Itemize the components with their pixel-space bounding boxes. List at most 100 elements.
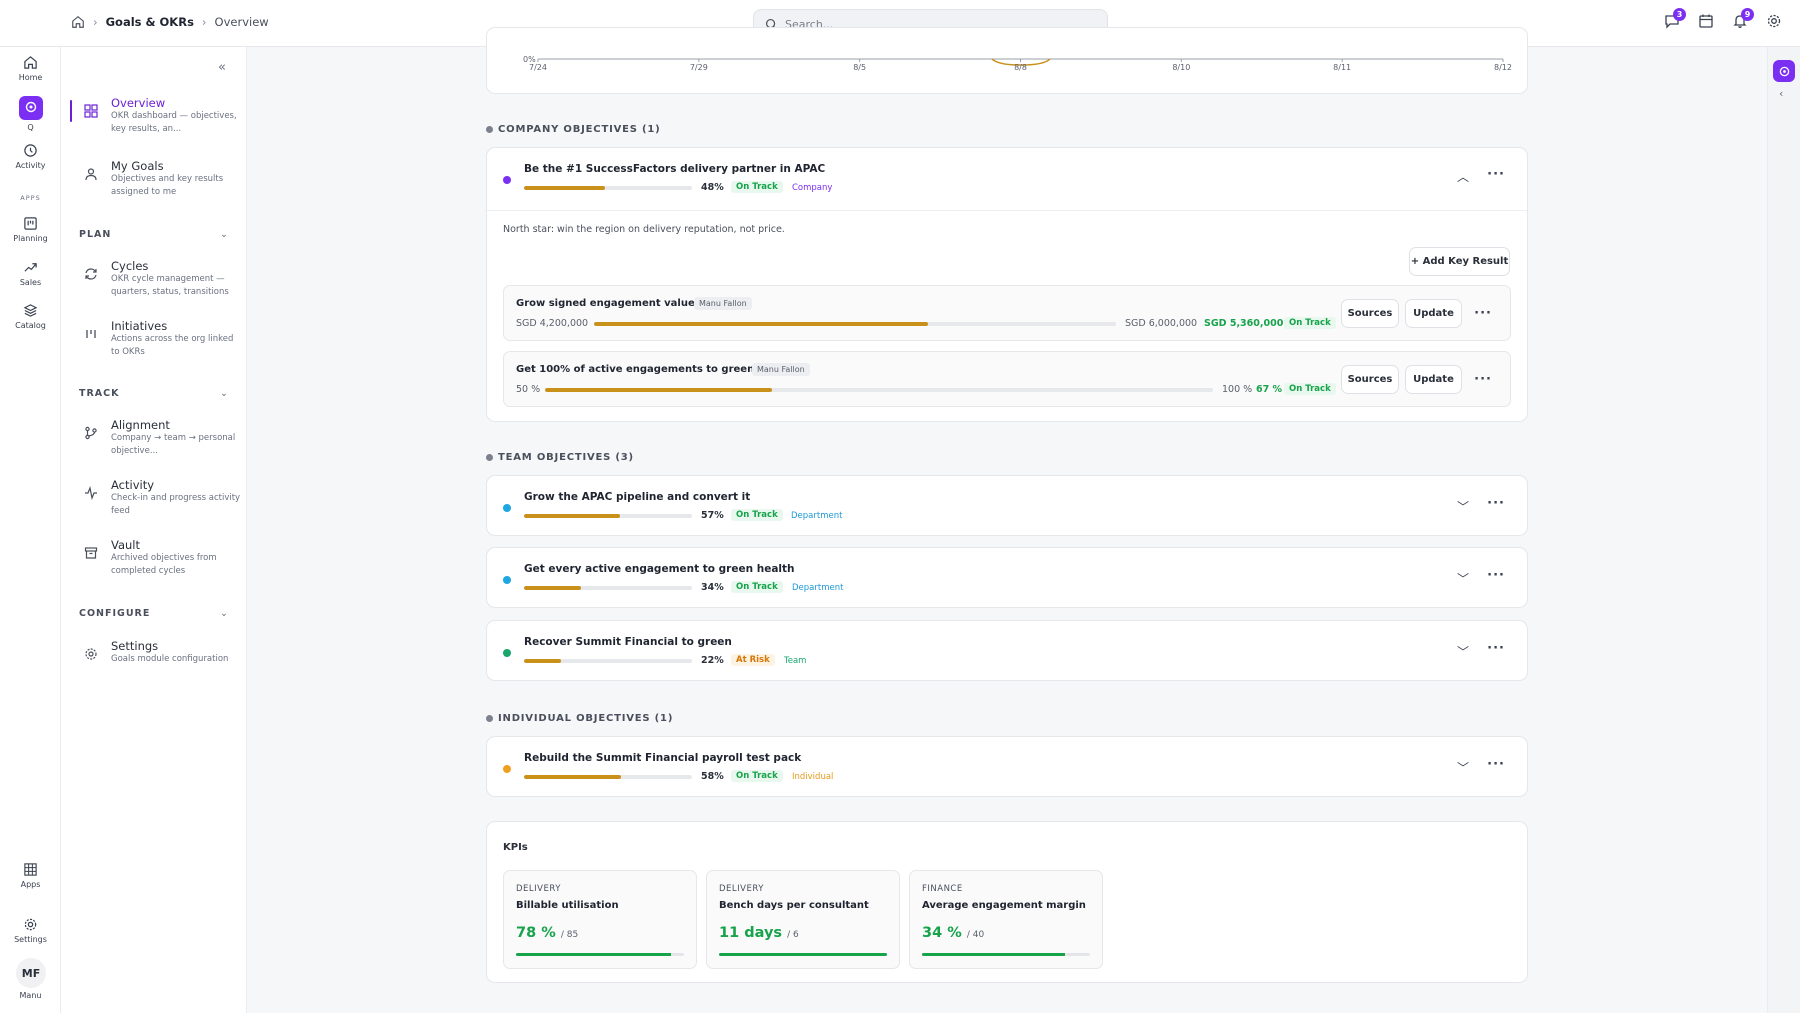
initiatives-icon bbox=[86, 330, 96, 338]
objective-dot bbox=[503, 765, 511, 773]
kpi-progress-bar bbox=[922, 953, 1090, 956]
more-options-icon[interactable]: ··· bbox=[1474, 306, 1492, 321]
nav-my-goals[interactable]: My Goals Objectives and key results assi… bbox=[61, 159, 247, 199]
notifications-button[interactable]: 9 bbox=[1732, 8, 1754, 33]
gear-icon bbox=[1767, 14, 1781, 28]
more-options-icon[interactable]: ··· bbox=[1487, 757, 1505, 772]
kpi-progress-bar bbox=[719, 953, 887, 956]
update-button[interactable]: Update bbox=[1405, 365, 1462, 394]
chevron-right-icon: › bbox=[201, 15, 207, 29]
chevron-down-icon[interactable]: ﹀ bbox=[1457, 570, 1469, 587]
rail-activity[interactable]: Activity bbox=[0, 143, 61, 170]
kpi-tile[interactable]: FINANCE Average engagement margin 34 % /… bbox=[909, 870, 1103, 969]
home-icon[interactable] bbox=[71, 15, 85, 29]
nav-activity[interactable]: Activity Check-in and progress activity … bbox=[61, 478, 247, 518]
team-objectives-header: TEAM OBJECTIVES (3) bbox=[486, 452, 634, 463]
add-key-result-button[interactable]: + Add Key Result bbox=[1409, 247, 1510, 276]
x-tick-label: 8/12 bbox=[1494, 63, 1512, 72]
rail-settings[interactable]: Settings bbox=[0, 917, 61, 944]
rail-apps[interactable]: Apps bbox=[0, 862, 61, 889]
rail-q[interactable]: Q bbox=[0, 96, 61, 132]
objective-title[interactable]: Be the #1 SuccessFactors delivery partne… bbox=[524, 163, 825, 175]
more-options-icon[interactable]: ··· bbox=[1487, 167, 1505, 182]
kpi-progress-bar bbox=[516, 953, 684, 956]
breadcrumb: › Goals & OKRs › Overview bbox=[71, 15, 269, 29]
nav-cycles[interactable]: Cycles OKR cycle management — quarters, … bbox=[61, 259, 247, 299]
objective-title[interactable]: Rebuild the Summit Financial payroll tes… bbox=[524, 752, 801, 764]
kpi-value: 78 % bbox=[516, 925, 556, 941]
chevron-down-icon[interactable]: ﹀ bbox=[1457, 759, 1469, 776]
calendar-icon bbox=[1699, 14, 1713, 28]
kpi-target: / 6 bbox=[787, 930, 799, 940]
kr-progress-bar bbox=[594, 322, 1116, 326]
more-options-icon[interactable]: ··· bbox=[1487, 641, 1505, 656]
objective-title[interactable]: Grow the APAC pipeline and convert it bbox=[524, 491, 750, 503]
kpi-name: Bench days per consultant bbox=[719, 900, 869, 911]
nav-my-goals-desc: Objectives and key results assigned to m… bbox=[111, 174, 224, 197]
rail-catalog[interactable]: Catalog bbox=[0, 303, 61, 330]
nav-activity-desc: Check-in and progress activity feed bbox=[111, 493, 241, 516]
status-badge: At Risk bbox=[731, 654, 775, 666]
rail-planning[interactable]: Planning bbox=[0, 216, 61, 243]
objective-level-tag: Company bbox=[792, 183, 833, 193]
objective-level-tag: Department bbox=[792, 583, 844, 593]
layers-icon bbox=[23, 304, 38, 317]
key-result-row: Grow signed engagement value to $6M Manu… bbox=[503, 285, 1511, 341]
trending-up-icon bbox=[24, 263, 37, 272]
update-button[interactable]: Update bbox=[1405, 299, 1462, 328]
progress-line-chart: 0% 7/24 7/29 8/5 8/8 8/10 8/11 8/12 bbox=[523, 55, 1512, 72]
kpis-card: KPIs DELIVERY Billable utilisation 78 % … bbox=[486, 821, 1528, 983]
chevron-down-icon: ⌄ bbox=[220, 388, 229, 399]
objective-progress-bar bbox=[524, 659, 692, 663]
nav-alignment[interactable]: Alignment Company → team → personal obje… bbox=[61, 418, 247, 458]
kr-current-value: 67 % bbox=[1256, 384, 1283, 395]
collapse-sidebar-icon[interactable]: « bbox=[218, 60, 226, 75]
x-tick-label: 7/24 bbox=[529, 63, 547, 72]
chevron-down-icon[interactable]: ﹀ bbox=[1457, 498, 1469, 515]
nav-vault[interactable]: Vault Archived objectives from completed… bbox=[61, 538, 247, 578]
kpi-name: Billable utilisation bbox=[516, 900, 619, 911]
archive-icon bbox=[84, 547, 98, 559]
more-options-icon[interactable]: ··· bbox=[1487, 568, 1505, 583]
chevron-down-icon[interactable]: ﹀ bbox=[1457, 643, 1469, 660]
sources-button[interactable]: Sources bbox=[1341, 299, 1399, 328]
plan-section-header[interactable]: PLAN ⌄ bbox=[79, 229, 229, 240]
nav-overview[interactable]: Overview OKR dashboard — objectives, key… bbox=[61, 96, 247, 136]
chevron-left-icon[interactable]: ‹ bbox=[1779, 87, 1783, 100]
nav-settings-desc: Goals module configuration bbox=[111, 654, 229, 664]
rail-sales[interactable]: Sales bbox=[0, 260, 61, 287]
rail-activity-label: Activity bbox=[15, 161, 46, 170]
progress-chart-card: 0% 7/24 7/29 8/5 8/8 8/10 8/11 8/12 bbox=[486, 27, 1528, 94]
calendar-button[interactable] bbox=[1698, 13, 1714, 33]
messages-button[interactable]: 3 bbox=[1664, 8, 1686, 33]
breadcrumb-module[interactable]: Goals & OKRs bbox=[106, 15, 194, 29]
track-section-header[interactable]: TRACK ⌄ bbox=[79, 388, 229, 399]
sources-button[interactable]: Sources bbox=[1341, 365, 1399, 394]
chevron-up-icon[interactable]: ︿ bbox=[1457, 168, 1469, 185]
objective-title[interactable]: Recover Summit Financial to green bbox=[524, 636, 732, 648]
objective-dot bbox=[503, 649, 511, 657]
more-options-icon[interactable]: ··· bbox=[1474, 372, 1492, 387]
nav-settings[interactable]: Settings Goals module configuration bbox=[61, 639, 247, 669]
plan-section-label: PLAN bbox=[79, 229, 112, 240]
company-objectives-title: COMPANY OBJECTIVES (1) bbox=[498, 124, 661, 135]
nav-initiatives[interactable]: Initiatives Actions across the org linke… bbox=[61, 319, 247, 359]
objective-progress-pct: 22% bbox=[701, 655, 724, 666]
assistant-button[interactable] bbox=[1773, 60, 1795, 82]
individual-objectives-header: INDIVIDUAL OBJECTIVES (1) bbox=[486, 713, 673, 724]
kr-target-value: SGD 6,000,000 bbox=[1125, 318, 1198, 329]
kpi-tile[interactable]: DELIVERY Bench days per consultant 11 da… bbox=[706, 870, 900, 969]
avatar[interactable]: MF bbox=[16, 958, 46, 988]
settings-button[interactable] bbox=[1766, 13, 1782, 33]
kpi-name: Average engagement margin bbox=[922, 900, 1086, 911]
kpi-tile[interactable]: DELIVERY Billable utilisation 78 % / 85 bbox=[503, 870, 697, 969]
rail-home[interactable]: Home bbox=[0, 55, 61, 82]
rail-sales-label: Sales bbox=[19, 278, 42, 287]
more-options-icon[interactable]: ··· bbox=[1487, 496, 1505, 511]
objective-progress-pct: 48% bbox=[701, 182, 724, 193]
rail-apps-label: Apps bbox=[20, 880, 41, 889]
objective-title[interactable]: Get every active engagement to green hea… bbox=[524, 563, 795, 575]
x-tick-label: 7/29 bbox=[690, 63, 708, 72]
rail-planning-label: Planning bbox=[13, 234, 48, 243]
configure-section-header[interactable]: CONFIGURE ⌄ bbox=[79, 608, 229, 619]
